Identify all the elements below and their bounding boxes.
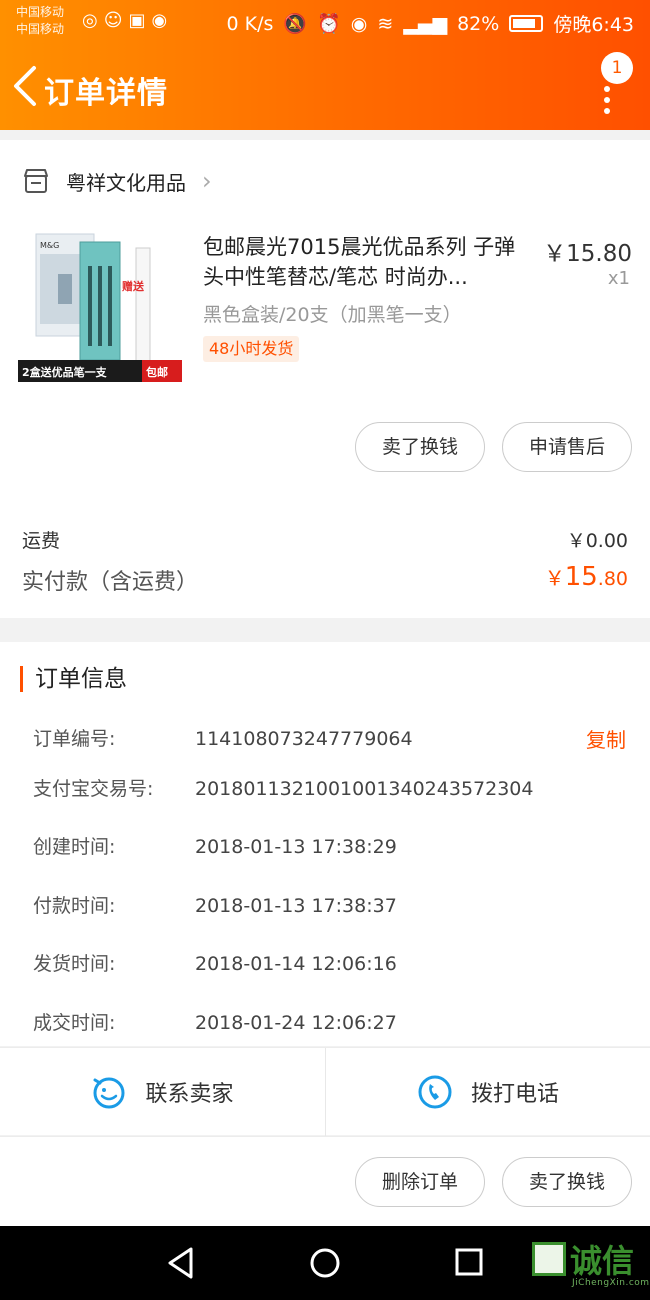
watermark-logo: 诚信 JiChengXin.com [532,1236,649,1288]
shipping-fee-label: 运费 [22,530,61,552]
info-row-created: 创建时间: 2018-01-13 17:38:29 [33,832,397,859]
order-card: 粤祥文化用品 › M&G 赠送 2盒送优品笔一支 包邮 包邮晨光7015晨光优品… [0,140,650,618]
info-value: 2018-01-24 12:06:27 [195,1012,397,1034]
watermark-text: 诚信 [570,1242,635,1280]
shop-row[interactable]: 粤祥文化用品 › [22,164,212,198]
shipping-fee-value: ￥0.00 [566,530,628,552]
contact-seller-label: 联系卖家 [145,1082,234,1107]
nav-recents-icon[interactable] [454,1247,484,1277]
total-paid-value: ￥15.80 [545,562,628,592]
more-menu-icon[interactable] [604,86,610,119]
info-key: 发货时间: [33,953,116,975]
contact-seller-button[interactable]: 联系卖家 [0,1048,325,1136]
info-key: 订单编号: [33,728,116,750]
sell-for-cash-button[interactable]: 卖了换钱 [355,422,485,472]
info-row-completed: 成交时间: 2018-01-24 12:06:27 [33,1008,397,1035]
battery-percent: 82% [457,12,500,35]
copy-order-number-button[interactable]: 复制 [586,724,626,753]
carrier-1: 中国移动 [16,5,65,19]
info-value: 2018-01-14 12:06:16 [195,953,397,975]
status-bar: 中国移动 中国移动 ◎ ☺ ▣ ◉ 0 K/s 🔕 ⏰ ◉ ≋ ▂▄▆ 82% … [0,0,650,46]
app-icon: ▣ [128,10,146,31]
image-brand: M&G [40,241,59,250]
bottom-action-bar: 删除订单 卖了换钱 [0,1136,650,1226]
phone-icon [418,1075,452,1109]
wifi-icon: ≋ [377,12,394,35]
info-value: 2018-01-13 17:38:37 [195,895,397,917]
info-key: 创建时间: [33,836,116,858]
clock: 傍晚6:43 [553,14,634,36]
eye-icon: ◉ [350,12,368,35]
message-badge[interactable]: 1 [601,52,633,84]
info-key: 成交时间: [33,1012,116,1034]
delete-order-button[interactable]: 删除订单 [355,1157,485,1207]
after-sale-button[interactable]: 申请售后 [502,422,632,472]
info-value: 2018011321001001340243572304 [195,778,534,800]
image-caption: 2盒送优品笔一支 [22,365,108,379]
chevron-right-icon: › [202,167,212,195]
total-currency: ￥ [544,566,565,590]
image-gift: 赠送 [122,279,145,293]
order-info-section: 订单信息 复制 订单编号: 114108073247779064 支付宝交易号: 2… [0,642,650,1046]
order-info-title: 订单信息 [20,666,127,692]
product-quantity: x1 [607,268,630,289]
status-right: 0 K/s 🔕 ⏰ ◉ ≋ ▂▄▆ 82% 傍晚6:43 [227,10,635,37]
call-phone-button[interactable]: 拨打电话 [325,1048,650,1136]
shipping-tag: 48小时发货 [203,336,300,362]
signal-icon: ▂▄▆ [403,12,448,35]
carrier-info: 中国移动 中国移动 [16,4,64,38]
image-badge: 包邮 [145,365,168,379]
back-arrow-icon[interactable] [10,64,42,108]
product-name[interactable]: 包邮晨光7015晨光优品系列 子弹头中性笔替芯/笔芯 时尚办... [203,232,528,292]
chat-smile-icon [93,1077,125,1109]
product-price: ￥15.80 [543,241,632,267]
watermark-sub: JiChengXin.com [572,1278,650,1288]
info-key: 支付宝交易号: [33,778,154,800]
app-header: 中国移动 中国移动 ◎ ☺ ▣ ◉ 0 K/s 🔕 ⏰ ◉ ≋ ▂▄▆ 82% … [0,0,650,130]
system-nav-bar: 诚信 JiChengXin.com [0,1226,650,1300]
nav-back-icon[interactable] [165,1246,197,1280]
product-image[interactable]: M&G 赠送 2盒送优品笔一支 包邮 [18,230,182,392]
info-row-paid: 付款时间: 2018-01-13 17:38:37 [33,891,397,918]
info-row-alipay-number: 支付宝交易号: 2018011321001001340243572304 [33,774,533,801]
page-title: 订单详情 [44,76,168,111]
network-speed: 0 K/s [226,12,274,35]
info-value: 2018-01-13 17:38:29 [195,836,397,858]
notification-icons: ◎ ☺ ▣ ◉ [82,10,167,31]
total-integer: 15 [564,562,598,592]
battery-icon [509,15,544,32]
carrier-2: 中国移动 [16,22,65,36]
alarm-icon: ⏰ [317,13,341,35]
music-icon: ◉ [151,10,168,31]
shop-name: 粤祥文化用品 [66,170,186,195]
call-phone-label: 拨打电话 [470,1082,559,1107]
title-bar: 订单详情 [0,56,650,122]
chat-icon: ☺ [103,10,123,31]
watermark-box-icon [532,1242,566,1276]
info-row-order-number: 订单编号: 114108073247779064 [33,724,413,751]
mute-icon: 🔕 [283,13,308,35]
store-icon [24,169,48,193]
total-decimal: .80 [597,568,628,590]
info-value: 114108073247779064 [195,728,413,750]
contact-bar: 联系卖家 拨打电话 [0,1047,650,1136]
info-key: 付款时间: [33,895,116,917]
wechat-icon: ◎ [82,10,98,31]
nav-home-icon[interactable] [308,1246,342,1280]
info-row-shipped: 发货时间: 2018-01-14 12:06:16 [33,949,397,976]
product-sku: 黑色盒装/20支（加黑笔一支） [203,304,462,326]
total-paid-label: 实付款（含运费） [22,570,199,595]
sell-for-cash-bottom-button[interactable]: 卖了换钱 [502,1157,632,1207]
